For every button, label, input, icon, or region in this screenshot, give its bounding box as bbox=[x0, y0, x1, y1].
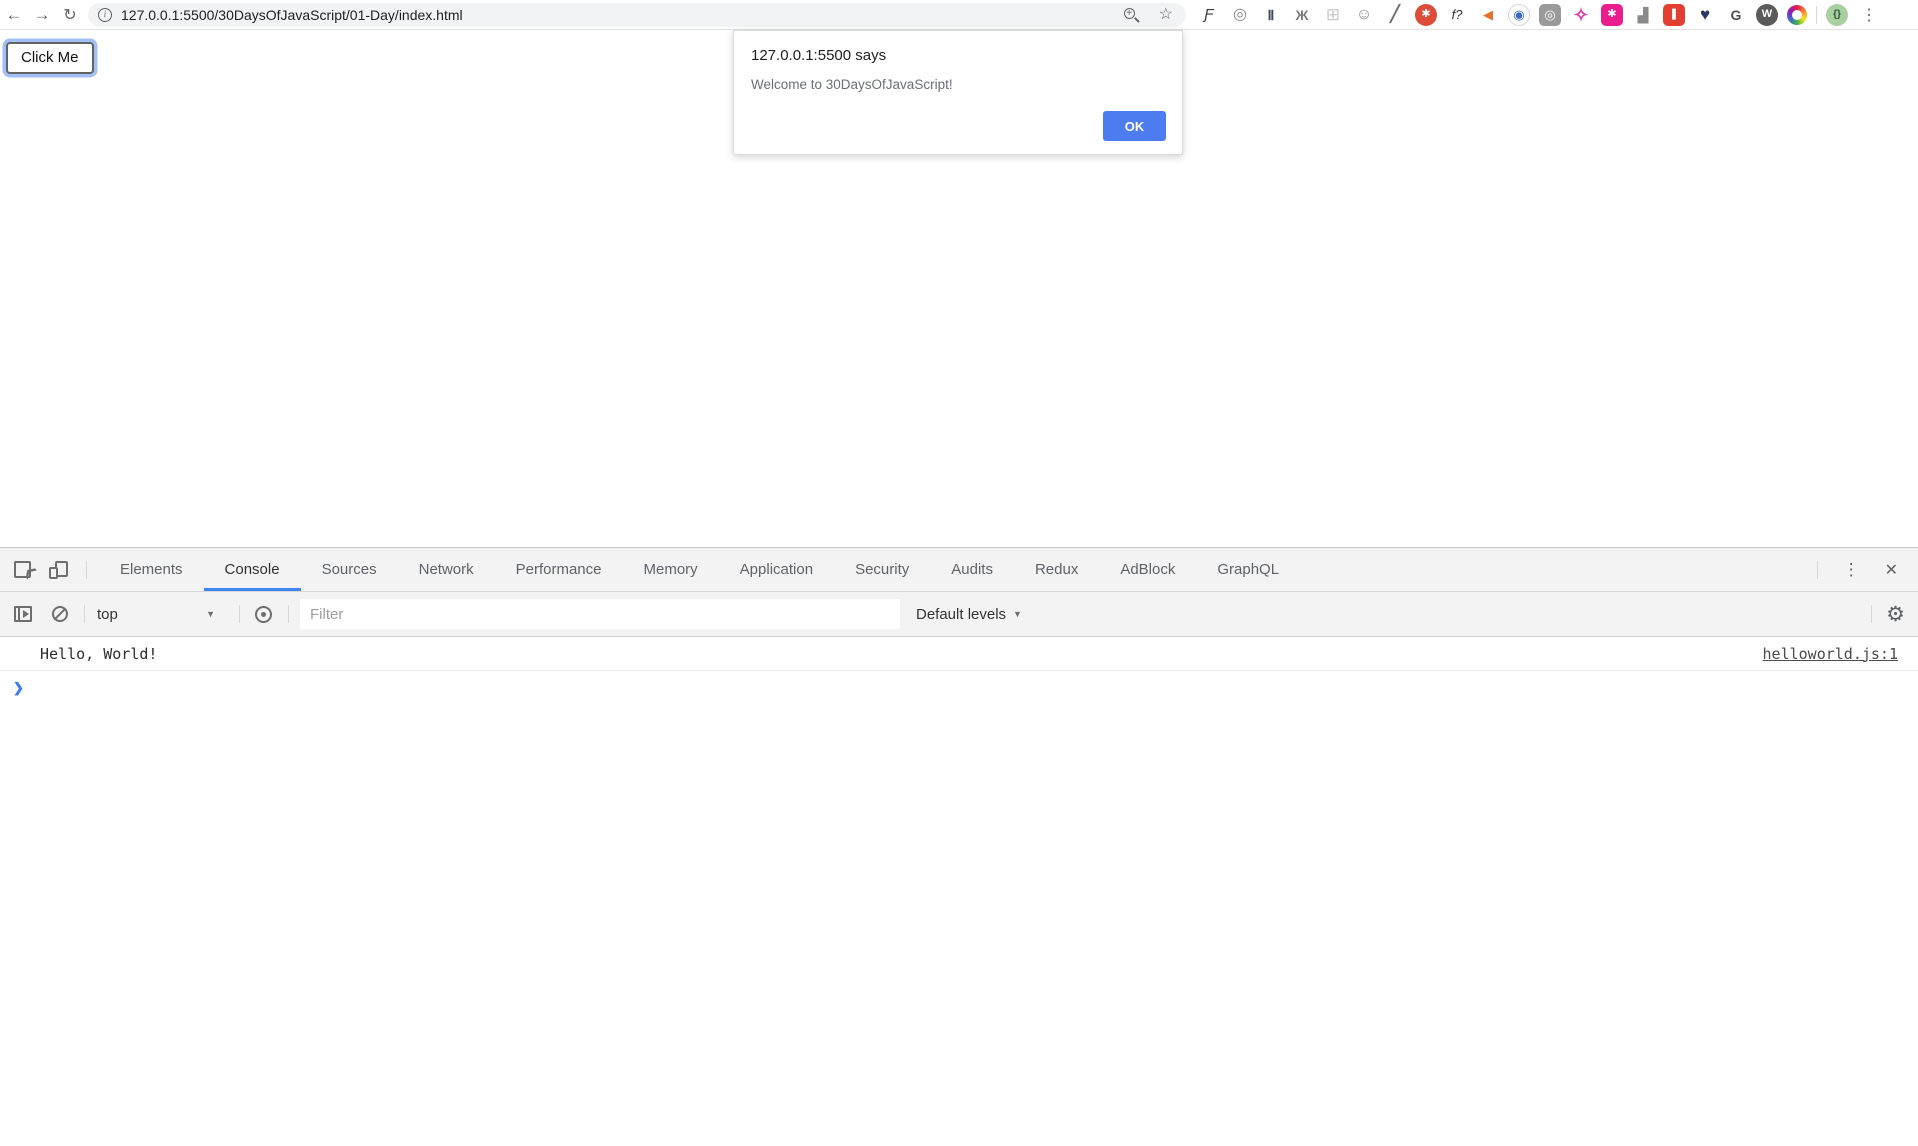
devtools-panel: ❯ ElementsConsoleSourcesNetworkPerforman… bbox=[0, 547, 1918, 1146]
console-sidebar-toggle-icon[interactable] bbox=[14, 606, 32, 622]
devtools-close-icon[interactable]: ✕ bbox=[1885, 560, 1898, 580]
tabbar-divider bbox=[86, 561, 87, 579]
g-ring-extension-icon[interactable]: G bbox=[1725, 4, 1747, 26]
smiley-extension-icon[interactable]: ☺ bbox=[1353, 4, 1375, 26]
console-message-row: Hello, World! helloworld.js:1 bbox=[0, 637, 1918, 671]
browser-menu-icon[interactable]: ⋮ bbox=[1857, 5, 1881, 25]
eyedropper-extension-icon[interactable]: ╱ bbox=[1384, 4, 1406, 26]
info-icon[interactable]: i bbox=[98, 8, 112, 22]
profile-avatar[interactable]: {} bbox=[1826, 4, 1848, 26]
toolbar-divider bbox=[1816, 6, 1817, 24]
tabbar-right-divider bbox=[1817, 561, 1818, 579]
tab-redux[interactable]: Redux bbox=[1014, 548, 1099, 591]
click-me-button[interactable]: Click Me bbox=[6, 42, 94, 74]
extension-list: Ƒ ◎ ⅡЖ ⊞ ☺ ╱ ✱ f? ◀ ◉ ◎ ✧ ✱ ▟ ❚ ♥ GW bbox=[1198, 4, 1807, 26]
graphql-star-extension-icon[interactable]: ✧ bbox=[1570, 4, 1592, 26]
live-expression-eye-icon[interactable] bbox=[255, 606, 272, 623]
console-messages: Hello, World! helloworld.js:1 bbox=[0, 637, 1918, 671]
grid-extension-icon[interactable]: ⊞ bbox=[1322, 4, 1344, 26]
reload-icon[interactable]: ↻ bbox=[56, 5, 84, 25]
gear-box-extension-icon[interactable]: ✱ bbox=[1601, 4, 1623, 26]
address-bar[interactable]: i 127.0.0.1:5500/30DaysOfJavaScript/01-D… bbox=[88, 3, 1186, 27]
browser-toolbar: ← → ↻ i 127.0.0.1:5500/30DaysOfJavaScrip… bbox=[0, 0, 1918, 30]
tab-audits[interactable]: Audits bbox=[930, 548, 1014, 591]
console-prompt[interactable]: ❯ bbox=[0, 671, 1918, 705]
w-circle-extension-icon[interactable]: W bbox=[1756, 4, 1778, 26]
forward-icon[interactable]: → bbox=[28, 5, 56, 25]
inspect-element-icon[interactable]: ❯ bbox=[14, 561, 31, 578]
alert-message: Welcome to 30DaysOfJavaScript! bbox=[751, 77, 953, 92]
devtools-menu-icon[interactable]: ⋮ bbox=[1839, 560, 1864, 580]
devtools-tab-strip: ElementsConsoleSourcesNetworkPerformance… bbox=[99, 548, 1300, 591]
bug-extension-icon[interactable]: Ж bbox=[1291, 4, 1313, 26]
panels-extension-icon[interactable]: Ⅱ bbox=[1260, 4, 1282, 26]
fontface-question-extension-icon[interactable]: f? bbox=[1446, 4, 1468, 26]
blocks-arrow-extension-icon[interactable]: ▟ bbox=[1632, 4, 1654, 26]
tab-console[interactable]: Console bbox=[204, 548, 301, 591]
bookmark-star-icon[interactable]: ☆ bbox=[1159, 7, 1173, 23]
tab-graphql[interactable]: GraphQL bbox=[1196, 548, 1300, 591]
tab-memory[interactable]: Memory bbox=[623, 548, 719, 591]
prompt-chevron-icon: ❯ bbox=[13, 680, 24, 696]
tab-application[interactable]: Application bbox=[719, 548, 834, 591]
url-text[interactable]: 127.0.0.1:5500/30DaysOfJavaScript/01-Day… bbox=[121, 7, 463, 23]
tab-elements[interactable]: Elements bbox=[99, 548, 204, 591]
swirl-extension-icon[interactable]: ◉ bbox=[1508, 4, 1530, 26]
console-message-text: Hello, World! bbox=[40, 645, 157, 663]
tab-performance[interactable]: Performance bbox=[495, 548, 623, 591]
tab-sources[interactable]: Sources bbox=[301, 548, 398, 591]
console-toolbar: top ▼ Default levels ▼ ⚙ bbox=[0, 592, 1918, 637]
megaphone-extension-icon[interactable]: ◀ bbox=[1477, 4, 1499, 26]
heart-lens-extension-icon[interactable]: ♥ bbox=[1694, 4, 1716, 26]
alert-dialog: 127.0.0.1:5500 says Welcome to 30DaysOfJ… bbox=[733, 30, 1183, 155]
tab-adblock[interactable]: AdBlock bbox=[1099, 548, 1196, 591]
back-icon[interactable]: ← bbox=[0, 5, 28, 25]
page-content: Click Me 127.0.0.1:5500 says Welcome to … bbox=[0, 30, 1918, 547]
bookmark-extension-icon[interactable]: ❚ bbox=[1663, 4, 1685, 26]
zoom-plus-glyph: + bbox=[1124, 8, 1135, 19]
tab-security[interactable]: Security bbox=[834, 548, 930, 591]
log-levels-label: Default levels bbox=[916, 606, 1006, 623]
rainbow-ring-extension-icon[interactable] bbox=[1787, 5, 1807, 25]
stop-hand-extension-icon[interactable]: ✱ bbox=[1415, 4, 1437, 26]
log-levels-selector[interactable]: Default levels ▼ bbox=[916, 606, 1022, 623]
chevron-down-icon: ▼ bbox=[1013, 609, 1022, 619]
console-source-link[interactable]: helloworld.js:1 bbox=[1763, 645, 1898, 663]
context-label: top bbox=[97, 606, 118, 623]
device-toolbar-icon[interactable] bbox=[49, 561, 68, 579]
alert-title: 127.0.0.1:5500 says bbox=[751, 47, 886, 64]
alert-ok-button[interactable]: OK bbox=[1103, 111, 1166, 141]
camera-extension-icon[interactable]: ◎ bbox=[1539, 4, 1561, 26]
filter-input[interactable] bbox=[300, 599, 900, 629]
font-script-extension-icon[interactable]: Ƒ bbox=[1198, 4, 1220, 26]
settings-gear-icon[interactable]: ⚙ bbox=[1886, 604, 1905, 625]
context-selector[interactable]: top ▼ bbox=[85, 606, 223, 623]
clear-console-icon[interactable] bbox=[52, 606, 68, 622]
zoom-icon[interactable]: + bbox=[1123, 7, 1140, 24]
ring-extension-icon[interactable]: ◎ bbox=[1229, 4, 1251, 26]
devtools-tabbar: ❯ ElementsConsoleSourcesNetworkPerforman… bbox=[0, 548, 1918, 592]
tab-network[interactable]: Network bbox=[398, 548, 495, 591]
chevron-down-icon: ▼ bbox=[206, 609, 215, 619]
